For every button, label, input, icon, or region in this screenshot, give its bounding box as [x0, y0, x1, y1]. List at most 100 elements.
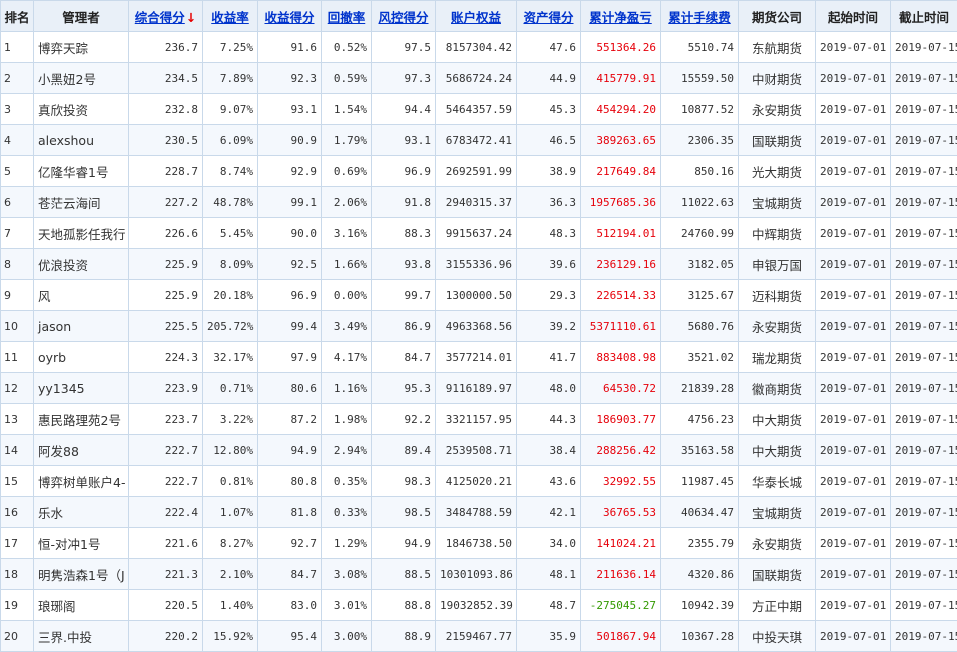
cell-asset-score: 47.6 [517, 32, 581, 63]
cell-return-rate: 3.22% [203, 404, 258, 435]
cell-risk-score: 99.7 [372, 280, 436, 311]
cell-net-profit: 5371110.61 [581, 311, 661, 342]
cell-score: 221.3 [129, 559, 203, 590]
cell-manager: 博弈树单账户4- [34, 466, 129, 497]
cell-risk-score: 84.7 [372, 342, 436, 373]
cell-drawdown: 3.01% [322, 590, 372, 621]
column-header-label: 资产得分 [523, 10, 573, 25]
cell-return-score: 90.0 [258, 218, 322, 249]
cell-start: 2019-07-01 [816, 435, 891, 466]
cell-manager: 琅琊阁 [34, 590, 129, 621]
cell-return-rate: 2.10% [203, 559, 258, 590]
column-header-return-score[interactable]: 收益得分 [258, 1, 322, 32]
cell-broker: 永安期货 [739, 528, 816, 559]
cell-broker: 东航期货 [739, 32, 816, 63]
cell-drawdown: 2.06% [322, 187, 372, 218]
cell-risk-score: 98.5 [372, 497, 436, 528]
cell-net-profit: 64530.72 [581, 373, 661, 404]
cell-manager: 亿隆华睿1号 [34, 156, 129, 187]
cell-fees: 4756.23 [661, 404, 739, 435]
cell-return-rate: 32.17% [203, 342, 258, 373]
cell-end: 2019-07-15 [891, 187, 957, 218]
table-body: 1博弈天踪236.77.25%91.60.52%97.58157304.4247… [1, 32, 957, 652]
column-header-equity[interactable]: 账户权益 [436, 1, 517, 32]
cell-manager: 真欣投资 [34, 94, 129, 125]
cell-start: 2019-07-01 [816, 249, 891, 280]
cell-fees: 3125.67 [661, 280, 739, 311]
cell-risk-score: 91.8 [372, 187, 436, 218]
cell-manager: alexshou [34, 125, 129, 156]
cell-return-rate: 6.09% [203, 125, 258, 156]
cell-end: 2019-07-15 [891, 249, 957, 280]
cell-equity: 5686724.24 [436, 63, 517, 94]
cell-net-profit: 217649.84 [581, 156, 661, 187]
cell-end: 2019-07-15 [891, 156, 957, 187]
cell-broker: 申银万国 [739, 249, 816, 280]
column-header-score[interactable]: 综合得分↓ [129, 1, 203, 32]
column-header-asset-score[interactable]: 资产得分 [517, 1, 581, 32]
cell-score: 236.7 [129, 32, 203, 63]
cell-end: 2019-07-15 [891, 311, 957, 342]
column-header-label: 期货公司 [752, 10, 802, 25]
cell-equity: 8157304.42 [436, 32, 517, 63]
cell-score: 234.5 [129, 63, 203, 94]
column-header-drawdown[interactable]: 回撤率 [322, 1, 372, 32]
cell-net-profit: 1957685.36 [581, 187, 661, 218]
cell-return-rate: 1.40% [203, 590, 258, 621]
ranking-table: 排名管理者综合得分↓收益率收益得分回撤率风控得分账户权益资产得分累计净盈亏累计手… [0, 0, 957, 652]
column-header-fees[interactable]: 累计手续费 [661, 1, 739, 32]
cell-equity: 3321157.95 [436, 404, 517, 435]
cell-start: 2019-07-01 [816, 63, 891, 94]
cell-net-profit: 226514.33 [581, 280, 661, 311]
column-header-return-rate[interactable]: 收益率 [203, 1, 258, 32]
cell-equity: 9915637.24 [436, 218, 517, 249]
cell-return-score: 80.6 [258, 373, 322, 404]
cell-asset-score: 48.1 [517, 559, 581, 590]
cell-return-rate: 205.72% [203, 311, 258, 342]
cell-broker: 方正中期 [739, 590, 816, 621]
cell-net-profit: 501867.94 [581, 621, 661, 652]
cell-equity: 1300000.50 [436, 280, 517, 311]
cell-end: 2019-07-15 [891, 342, 957, 373]
cell-fees: 10942.39 [661, 590, 739, 621]
cell-asset-score: 34.0 [517, 528, 581, 559]
cell-asset-score: 48.0 [517, 373, 581, 404]
cell-net-profit: 415779.91 [581, 63, 661, 94]
cell-drawdown: 0.69% [322, 156, 372, 187]
cell-manager: 明隽浩森1号（J [34, 559, 129, 590]
cell-return-rate: 9.07% [203, 94, 258, 125]
table-row: 11oyrb224.332.17%97.94.17%84.73577214.01… [1, 342, 957, 373]
cell-risk-score: 89.4 [372, 435, 436, 466]
cell-broker: 瑞龙期货 [739, 342, 816, 373]
cell-manager: 惠民路理苑2号 [34, 404, 129, 435]
column-header-label: 起始时间 [828, 10, 878, 25]
table-row: 13惠民路理苑2号223.73.22%87.21.98%92.23321157.… [1, 404, 957, 435]
cell-rank: 19 [1, 590, 34, 621]
cell-score: 232.8 [129, 94, 203, 125]
table-row: 16乐水222.41.07%81.80.33%98.53484788.5942.… [1, 497, 957, 528]
cell-risk-score: 93.8 [372, 249, 436, 280]
cell-net-profit: 883408.98 [581, 342, 661, 373]
column-header-label: 管理者 [62, 10, 100, 25]
cell-manager: 优浪投资 [34, 249, 129, 280]
cell-broker: 迈科期货 [739, 280, 816, 311]
cell-manager: jason [34, 311, 129, 342]
cell-rank: 3 [1, 94, 34, 125]
cell-return-rate: 1.07% [203, 497, 258, 528]
cell-rank: 4 [1, 125, 34, 156]
cell-score: 223.9 [129, 373, 203, 404]
column-header-risk-score[interactable]: 风控得分 [372, 1, 436, 32]
cell-equity: 19032852.39 [436, 590, 517, 621]
table-row: 8优浪投资225.98.09%92.51.66%93.83155336.9639… [1, 249, 957, 280]
cell-score: 228.7 [129, 156, 203, 187]
table-row: 4alexshou230.56.09%90.91.79%93.16783472.… [1, 125, 957, 156]
cell-net-profit: 236129.16 [581, 249, 661, 280]
cell-drawdown: 1.66% [322, 249, 372, 280]
table-row: 5亿隆华睿1号228.78.74%92.90.69%96.92692591.99… [1, 156, 957, 187]
cell-fees: 11022.63 [661, 187, 739, 218]
cell-score: 222.7 [129, 466, 203, 497]
cell-end: 2019-07-15 [891, 63, 957, 94]
table-row: 6苍茫云海间227.248.78%99.12.06%91.82940315.37… [1, 187, 957, 218]
column-header-net-profit[interactable]: 累计净盈亏 [581, 1, 661, 32]
cell-start: 2019-07-01 [816, 373, 891, 404]
